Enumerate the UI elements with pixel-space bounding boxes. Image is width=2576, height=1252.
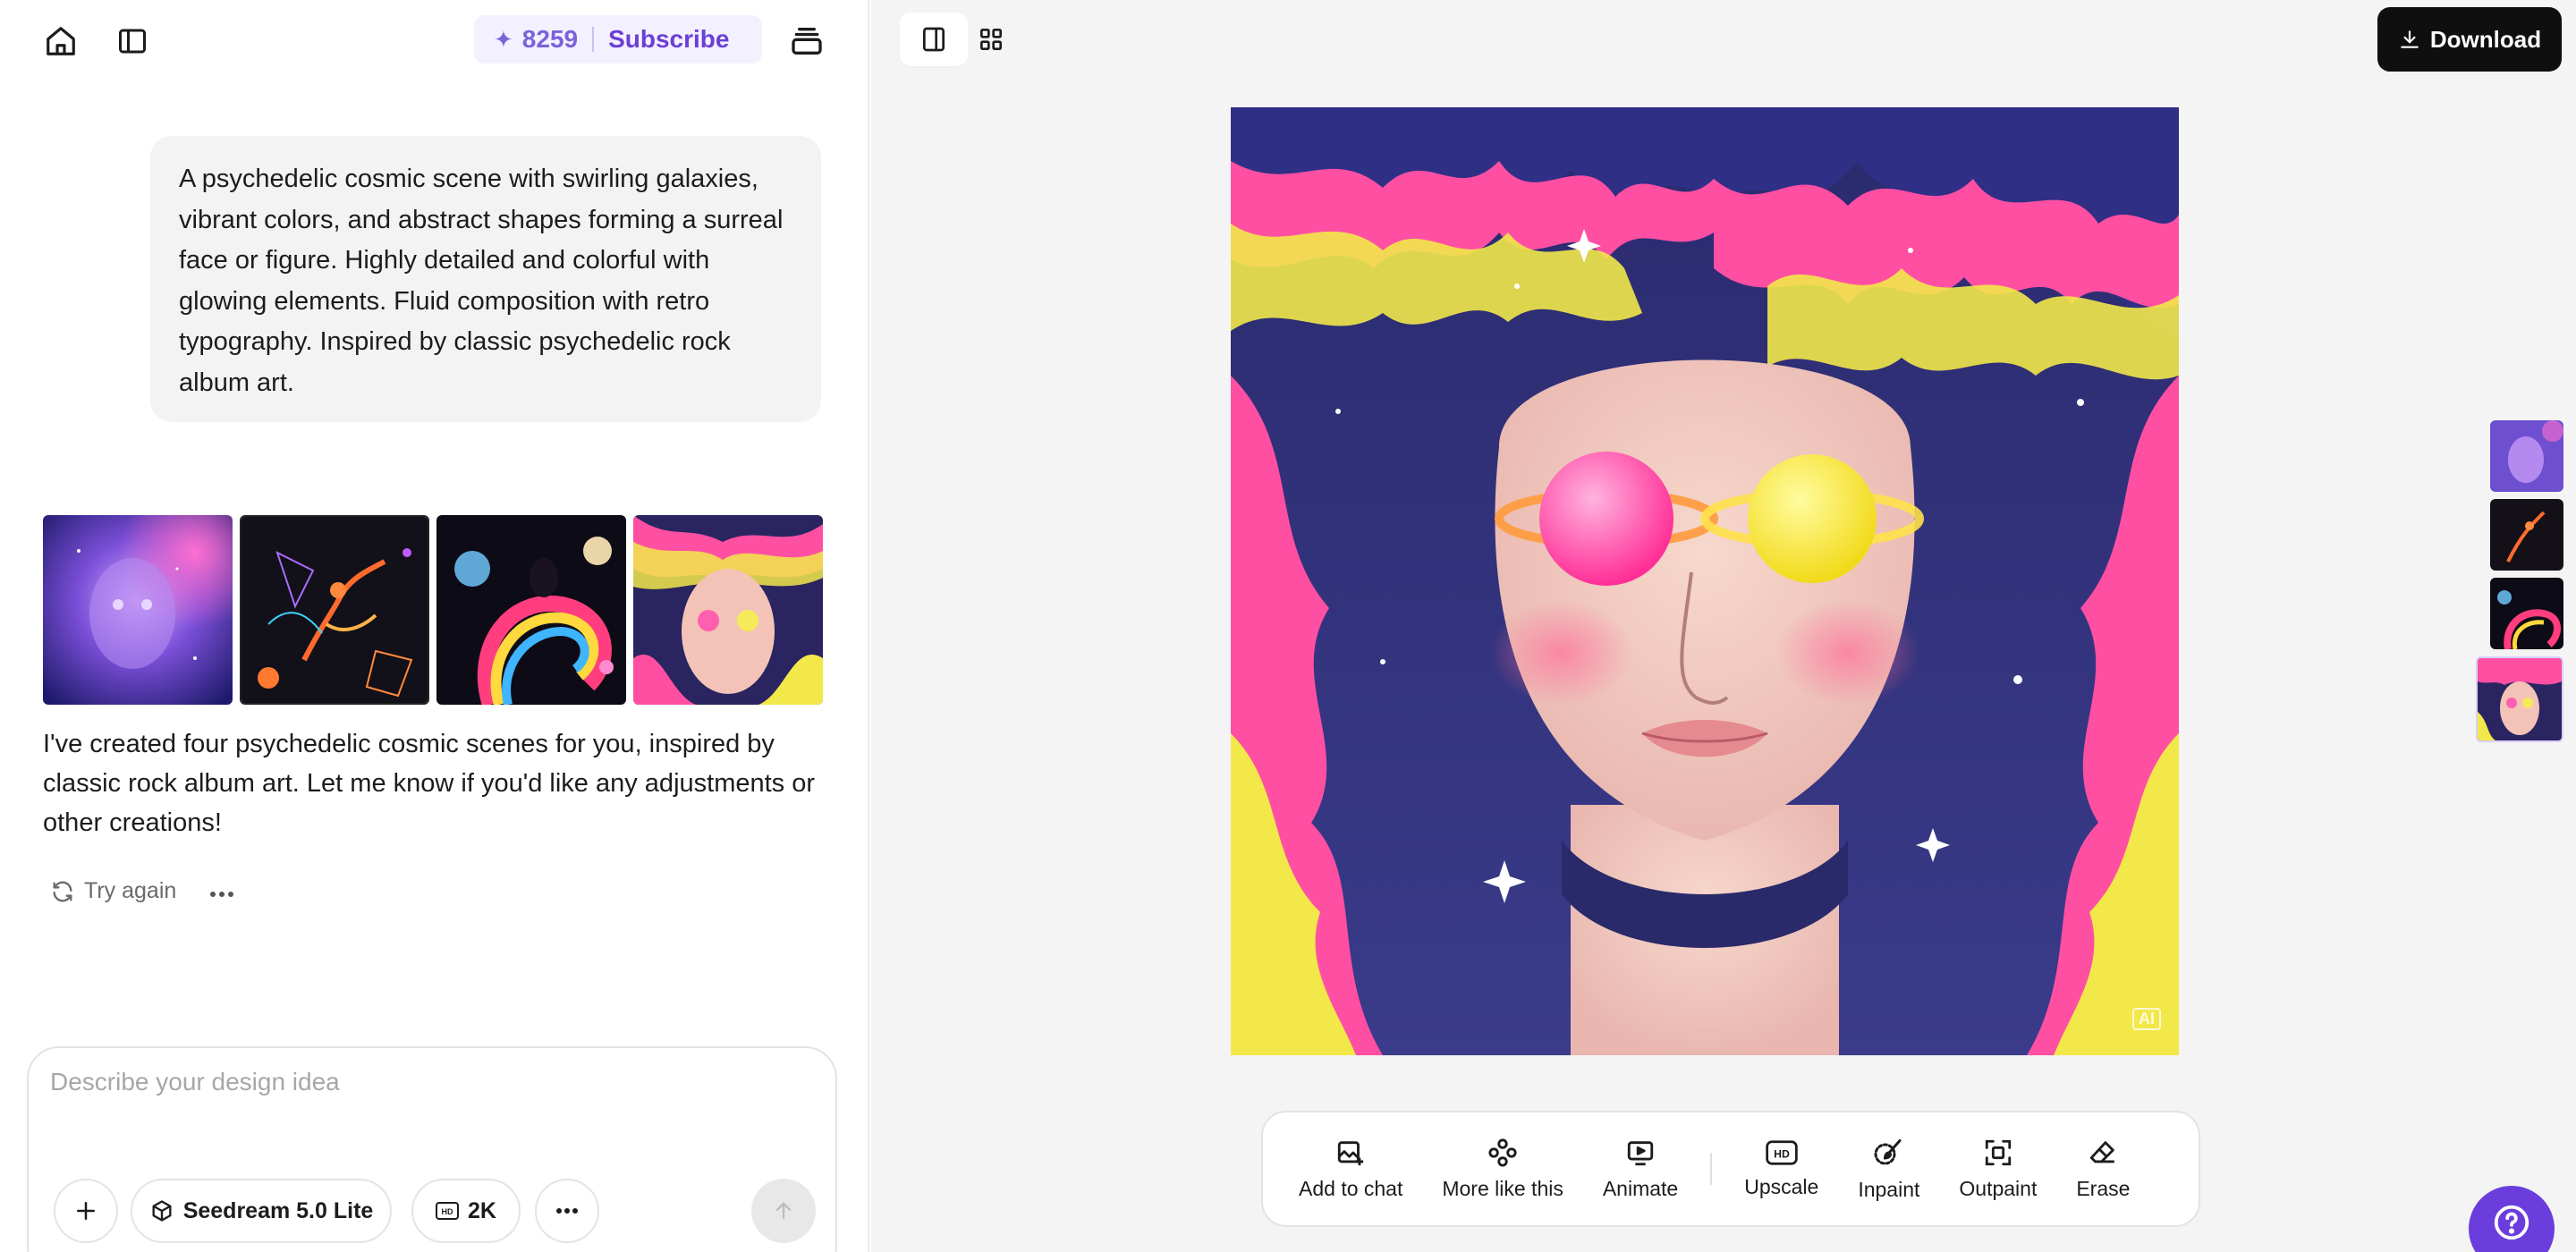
tool-label: Animate xyxy=(1602,1176,1679,1200)
prompt-composer: Seedream 5.0 Lite HD 2K xyxy=(27,1046,837,1252)
more-like-this-button[interactable]: More like this xyxy=(1422,1124,1582,1214)
sparkle-icon: ✦ xyxy=(494,25,513,53)
eraser-icon xyxy=(2090,1140,2115,1163)
hd-icon: HD xyxy=(436,1202,460,1220)
generated-image-3[interactable] xyxy=(436,515,626,705)
tool-label: Erase xyxy=(2076,1176,2131,1200)
try-again-button[interactable]: Try again xyxy=(50,878,176,904)
model-selector[interactable]: Seedream 5.0 Lite xyxy=(131,1179,392,1243)
resolution-label: 2K xyxy=(468,1197,496,1223)
help-button[interactable] xyxy=(2469,1186,2555,1252)
resolution-selector[interactable]: HD 2K xyxy=(411,1179,521,1243)
generated-image-2[interactable] xyxy=(240,515,429,705)
model-label: Seedream 5.0 Lite xyxy=(182,1197,374,1223)
subscribe-button[interactable]: Subscribe xyxy=(608,25,729,54)
more-options-icon[interactable] xyxy=(202,878,242,910)
animate-icon xyxy=(1627,1140,1654,1165)
divider xyxy=(592,27,595,52)
assistant-response: I've created four psychedelic cosmic sce… xyxy=(43,730,816,837)
tool-label: Upscale xyxy=(1744,1174,1819,1198)
arrow-up-icon xyxy=(775,1202,792,1220)
hd-icon: HD xyxy=(1766,1139,1798,1165)
erase-button[interactable]: Erase xyxy=(2056,1124,2149,1214)
add-to-chat-button[interactable]: Add to chat xyxy=(1279,1124,1422,1214)
tool-label: More like this xyxy=(1442,1176,1563,1200)
expand-icon xyxy=(1985,1139,2012,1165)
toolbar-divider xyxy=(1710,1153,1713,1185)
thumbnail-1[interactable] xyxy=(2490,420,2563,492)
download-label: Download xyxy=(2429,25,2542,53)
thumbnail-3[interactable] xyxy=(2490,578,2563,649)
selected-generated-image[interactable]: AI xyxy=(1231,107,2179,1055)
user-prompt-bubble: A psychedelic cosmic scene with swirling… xyxy=(150,136,821,422)
download-button[interactable]: Download xyxy=(2377,7,2562,72)
generated-images-row xyxy=(43,515,823,705)
single-view-toggle[interactable] xyxy=(900,13,968,66)
svg-text:HD: HD xyxy=(442,1207,453,1216)
outpaint-button[interactable]: Outpaint xyxy=(1939,1124,2056,1214)
generated-image-4[interactable] xyxy=(633,515,823,705)
add-attachment-button[interactable] xyxy=(54,1179,118,1243)
variations-icon xyxy=(1488,1138,1517,1167)
credits-subscribe-pill[interactable]: ✦ 8259 Subscribe xyxy=(474,15,762,63)
design-idea-input[interactable] xyxy=(50,1068,801,1139)
ai-watermark-badge: AI xyxy=(2132,1008,2161,1030)
more-settings-button[interactable] xyxy=(535,1179,599,1243)
brush-icon xyxy=(1874,1138,1902,1164)
home-icon[interactable] xyxy=(39,20,82,63)
image-add-icon xyxy=(1338,1140,1364,1165)
upscale-button[interactable]: HD Upscale xyxy=(1724,1124,1838,1214)
tool-label: Inpaint xyxy=(1858,1177,1920,1201)
image-edit-toolbar: Add to chat More like this Animate HD Up… xyxy=(1261,1111,2200,1227)
plus-icon xyxy=(77,1202,95,1220)
generated-image-1[interactable] xyxy=(43,515,233,705)
animate-button[interactable]: Animate xyxy=(1583,1124,1698,1214)
try-again-label: Try again xyxy=(84,878,177,903)
refresh-icon xyxy=(53,881,72,901)
tool-label: Outpaint xyxy=(1959,1176,2038,1200)
sidebar-toggle-icon[interactable] xyxy=(111,20,154,63)
thumbnail-2[interactable] xyxy=(2490,499,2563,571)
chat-panel: ✦ 8259 Subscribe A psychedelic cosmic sc… xyxy=(0,0,869,1252)
history-stack-icon[interactable] xyxy=(785,20,828,63)
grid-view-icon[interactable] xyxy=(973,21,1009,57)
inpaint-button[interactable]: Inpaint xyxy=(1838,1124,1939,1214)
send-button[interactable] xyxy=(751,1179,816,1243)
image-thumbnail-strip xyxy=(2476,420,2563,742)
help-icon xyxy=(2494,1205,2529,1240)
tool-label: Add to chat xyxy=(1299,1176,1403,1200)
split-view-icon xyxy=(923,27,945,52)
download-icon xyxy=(2401,30,2419,48)
more-options-icon xyxy=(556,1208,578,1214)
image-viewer: Download AI Add to chat More like this A… xyxy=(871,0,2576,1252)
svg-text:HD: HD xyxy=(1774,1147,1790,1160)
cube-icon xyxy=(152,1200,172,1222)
thumbnail-4-selected[interactable] xyxy=(2476,656,2563,742)
credits-count: 8259 xyxy=(521,25,579,53)
